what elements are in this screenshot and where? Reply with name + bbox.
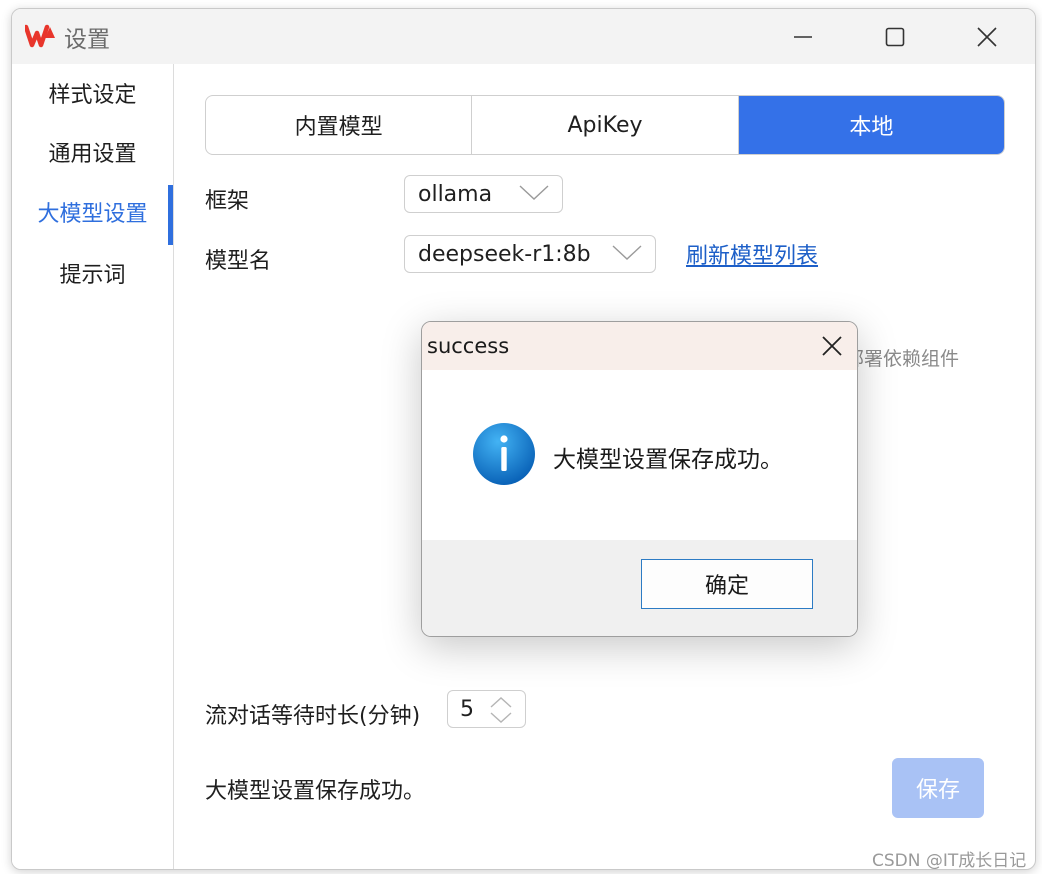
- ok-button[interactable]: 确定: [641, 559, 813, 609]
- close-icon: [822, 336, 842, 356]
- save-button[interactable]: 保存: [892, 758, 984, 818]
- sidebar-item-style[interactable]: 样式设定: [12, 71, 173, 121]
- maximize-icon: [885, 27, 905, 47]
- stream-wait-value: 5: [460, 697, 474, 722]
- spin-arrows-icon[interactable]: [489, 696, 513, 724]
- refresh-model-list-link[interactable]: 刷新模型列表: [686, 238, 818, 270]
- chevron-down-icon: [519, 185, 549, 200]
- close-icon: [977, 27, 997, 47]
- status-message: 大模型设置保存成功。: [205, 779, 426, 804]
- model-name-label: 模型名: [205, 249, 272, 274]
- dialog-body: 大模型设置保存成功。: [422, 370, 857, 540]
- framework-label: 框架: [205, 189, 250, 214]
- maximize-button[interactable]: [872, 17, 918, 57]
- dialog-footer: 确定: [422, 540, 857, 636]
- window-title: 设置: [64, 27, 110, 53]
- chevron-down-icon: [612, 245, 642, 260]
- sidebar: 样式设定 通用设置 大模型设置 提示词: [12, 64, 174, 869]
- minimize-icon: [794, 36, 812, 38]
- wps-logo-icon: [23, 24, 57, 48]
- deploy-dependency-hint: 部署依赖组件: [845, 348, 960, 370]
- close-button[interactable]: [964, 17, 1010, 57]
- model-source-tabs: 内置模型 ApiKey 本地: [205, 95, 1005, 155]
- title-bar: 设置: [12, 9, 1035, 64]
- stream-wait-label: 流对话等待时长(分钟): [205, 704, 421, 729]
- sidebar-item-general[interactable]: 通用设置: [12, 130, 173, 180]
- sidebar-item-prompts[interactable]: 提示词: [12, 251, 173, 301]
- tab-builtin-model[interactable]: 内置模型: [206, 96, 473, 154]
- info-icon: [473, 423, 535, 485]
- minimize-button[interactable]: [780, 17, 826, 57]
- stream-wait-spinbox[interactable]: 5: [447, 690, 526, 728]
- success-dialog: success 大模型设置保存成功。 确定: [421, 321, 858, 637]
- tab-apikey[interactable]: ApiKey: [472, 96, 739, 154]
- dialog-close-button[interactable]: [815, 329, 849, 363]
- dialog-title-bar: success: [422, 322, 857, 370]
- sidebar-item-llm[interactable]: 大模型设置: [12, 190, 173, 240]
- model-name-select[interactable]: deepseek-r1:8b: [404, 235, 656, 273]
- framework-value: ollama: [418, 182, 493, 207]
- model-name-value: deepseek-r1:8b: [418, 242, 591, 267]
- framework-select[interactable]: ollama: [404, 175, 563, 213]
- tab-local[interactable]: 本地: [738, 96, 1004, 154]
- dialog-title: success: [427, 334, 510, 358]
- sidebar-active-indicator: [168, 185, 173, 245]
- dialog-message: 大模型设置保存成功。: [553, 447, 783, 473]
- watermark: CSDN @IT成长日记: [872, 851, 1027, 871]
